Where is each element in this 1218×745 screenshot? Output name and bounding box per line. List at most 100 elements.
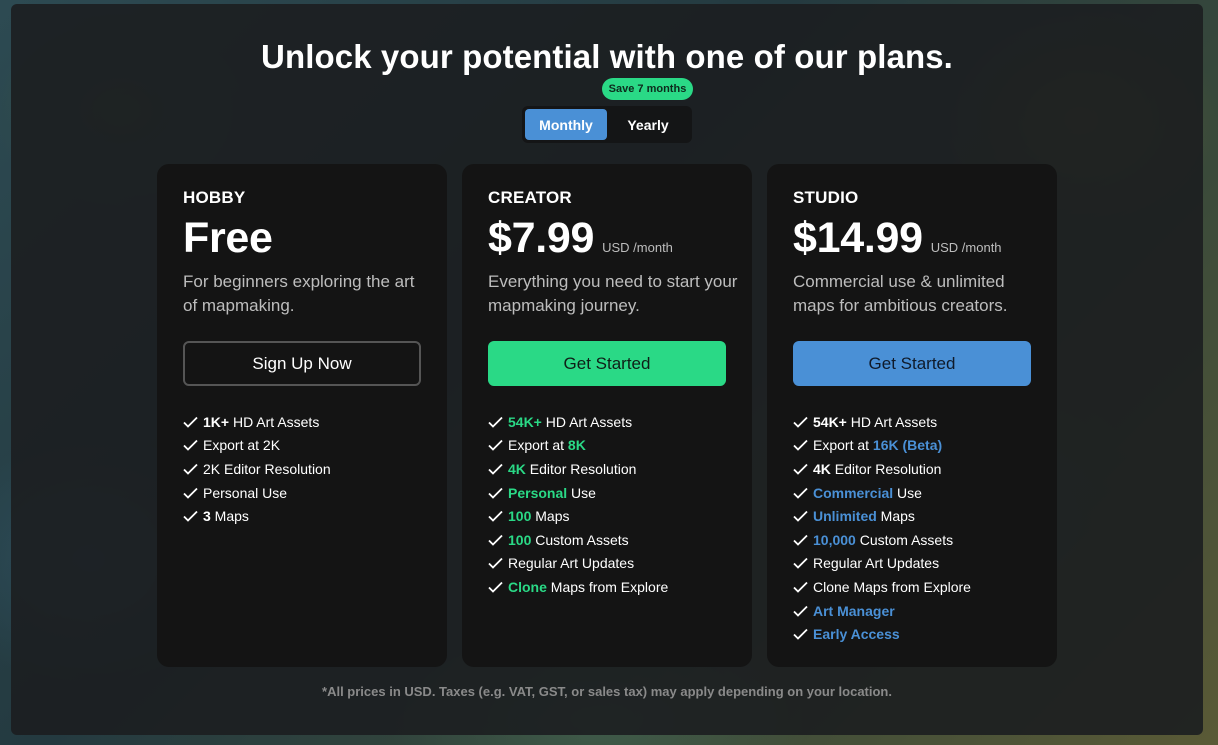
check-icon	[488, 511, 503, 522]
pricing-footnote: *All prices in USD. Taxes (e.g. VAT, GST…	[322, 684, 892, 699]
feature-text: Art Manager	[813, 603, 895, 619]
feature-item: 100 Custom Assets	[488, 528, 668, 552]
plan-card-studio: STUDIO $14.99 USD /month Commercial use …	[767, 164, 1057, 667]
feature-label: Maps	[531, 508, 570, 525]
feature-label: Use	[893, 484, 922, 501]
feature-text: 1K+ HD Art Assets	[203, 414, 319, 430]
plan-name: CREATOR	[488, 188, 572, 207]
price-row: $14.99 USD /month	[793, 214, 1002, 263]
plan-description: Commercial use & unlimited maps for ambi…	[793, 272, 1008, 315]
feature-highlight: Commercial	[813, 484, 894, 501]
monthly-toggle-button[interactable]: Monthly	[525, 109, 607, 140]
plan-name: HOBBY	[183, 188, 246, 207]
feature-text: Export at 2K	[203, 437, 280, 453]
plan-description: Everything you need to start your mapmak…	[488, 272, 738, 315]
feature-label: HD Art Assets	[846, 413, 938, 430]
feature-label: Use	[567, 484, 596, 501]
feature-highlight: 4K	[813, 460, 831, 477]
feature-label: Editor Resolution	[830, 460, 942, 477]
yearly-toggle-button[interactable]: Yearly	[607, 109, 689, 140]
sign-up-button[interactable]: Sign Up Now	[183, 341, 421, 386]
feature-text: 2K Editor Resolution	[203, 461, 331, 477]
feature-item: Clone Maps from Explore	[793, 575, 971, 599]
feature-highlight: Unlimited	[813, 508, 877, 525]
feature-list: 54K+ HD Art Assets Export at 8K 4K Editor …	[488, 410, 668, 599]
feature-item: Personal Use	[183, 481, 331, 505]
check-icon	[793, 511, 808, 522]
feature-text: Regular Art Updates	[508, 555, 634, 571]
feature-item: 54K+ HD Art Assets	[488, 410, 668, 434]
feature-label: HD Art Assets	[541, 413, 633, 430]
feature-item: Commercial Use	[793, 481, 971, 505]
feature-item: Personal Use	[488, 481, 668, 505]
check-icon	[488, 416, 503, 428]
feature-item: 3 Maps	[183, 504, 331, 528]
feature-label: Export at	[813, 437, 873, 454]
feature-highlight: 54K+	[813, 413, 847, 430]
check-icon	[488, 581, 503, 593]
plan-price: $7.99	[488, 214, 595, 262]
feature-highlight: 100	[508, 508, 532, 525]
feature-list: 1K+ HD Art Assets Export at 2K 2K Editor R…	[183, 410, 331, 528]
feature-item: Regular Art Updates	[488, 552, 668, 576]
plan-name: STUDIO	[793, 188, 859, 207]
feature-label: Custom Assets	[531, 531, 629, 548]
feature-label: HD Art Assets	[229, 413, 320, 430]
feature-text: Clone Maps from Explore	[508, 579, 668, 595]
feature-text: Clone Maps from Explore	[813, 579, 971, 595]
feature-item: Regular Art Updates	[793, 552, 971, 576]
feature-label: Maps	[210, 508, 249, 525]
feature-highlight: 100	[508, 531, 532, 548]
feature-text: 100 Custom Assets	[508, 532, 629, 548]
feature-highlight: 54K+	[508, 413, 542, 430]
check-icon	[488, 463, 503, 475]
feature-text: Personal Use	[508, 485, 596, 501]
check-icon	[793, 534, 808, 546]
feature-highlight: 1K+	[203, 413, 230, 430]
feature-item: 1K+ HD Art Assets	[183, 410, 331, 434]
feature-label: Export at	[508, 437, 568, 454]
feature-text: Export at 16K (Beta)	[813, 437, 942, 453]
plan-period: USD /month	[602, 240, 673, 255]
feature-text: Early Access	[813, 626, 900, 642]
feature-text: 10,000 Custom Assets	[813, 532, 953, 548]
check-icon	[183, 511, 198, 522]
feature-label: Maps	[876, 508, 915, 525]
check-icon	[183, 440, 198, 452]
check-icon	[488, 487, 503, 499]
plan-card-creator: CREATOR $7.99 USD /month Everything you …	[462, 164, 752, 667]
feature-label: Regular Art Updates	[508, 555, 635, 572]
feature-item: 100 Maps	[488, 504, 668, 528]
check-icon	[793, 416, 808, 428]
check-icon	[793, 487, 808, 499]
billing-toggle: Monthly Yearly	[522, 106, 692, 143]
feature-label: Regular Art Updates	[813, 555, 940, 572]
feature-item: 4K Editor Resolution	[488, 457, 668, 481]
feature-item: 10,000 Custom Assets	[793, 528, 971, 552]
feature-text: 3 Maps	[203, 508, 249, 524]
creator-get-started-button[interactable]: Get Started	[488, 341, 726, 386]
check-icon	[793, 581, 808, 593]
feature-label: Export at 2K	[203, 437, 281, 454]
pricing-modal: Unlock your potential with one of our pl…	[11, 4, 1203, 735]
feature-highlight: Early Access	[813, 626, 900, 643]
plan-card-hobby: HOBBY Free For beginners exploring the a…	[157, 164, 447, 667]
feature-highlight: 4K	[508, 460, 526, 477]
feature-text: 4K Editor Resolution	[813, 461, 941, 477]
feature-text: Unlimited Maps	[813, 508, 915, 524]
check-icon	[488, 558, 503, 570]
feature-label: Maps from Explore	[546, 578, 669, 595]
check-icon	[183, 463, 198, 475]
feature-item: Export at 16K (Beta)	[793, 434, 971, 458]
studio-get-started-button[interactable]: Get Started	[793, 341, 1031, 386]
feature-label: 2K Editor Resolution	[203, 460, 331, 477]
check-icon	[793, 440, 808, 452]
feature-item: Export at 2K	[183, 434, 331, 458]
check-icon	[793, 558, 808, 570]
feature-highlight: 16K (Beta)	[872, 437, 943, 454]
feature-text: Commercial Use	[813, 485, 922, 501]
feature-text: 100 Maps	[508, 508, 569, 524]
feature-text: Regular Art Updates	[813, 555, 939, 571]
feature-list: 54K+ HD Art Assets Export at 16K (Beta) 4K…	[793, 410, 971, 646]
feature-item: 54K+ HD Art Assets	[793, 410, 971, 434]
